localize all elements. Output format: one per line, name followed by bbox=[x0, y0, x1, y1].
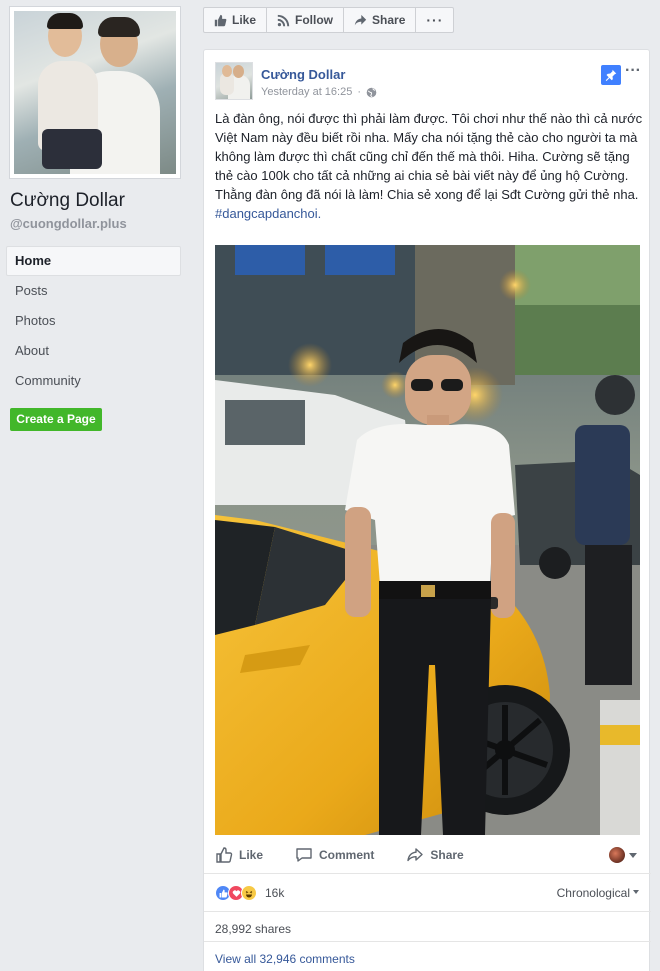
post-share-label: Share bbox=[430, 848, 464, 862]
rss-follow-icon bbox=[277, 14, 290, 26]
profile-picture[interactable] bbox=[9, 6, 181, 179]
post-actions: Like Comment Share bbox=[215, 842, 643, 868]
reaction-count[interactable]: 16k bbox=[265, 886, 284, 900]
viewer-avatar-selector[interactable] bbox=[609, 847, 637, 863]
page-share-label: Share bbox=[372, 13, 406, 27]
post-author-avatar[interactable] bbox=[215, 62, 253, 100]
page-share-button[interactable]: Share bbox=[344, 8, 417, 32]
create-page-button[interactable]: Create a Page bbox=[10, 408, 102, 431]
shares-row: 28,992 shares bbox=[204, 911, 651, 941]
reactions-row: 16k Chronological bbox=[204, 873, 651, 911]
sort-caret-icon bbox=[633, 890, 639, 894]
comment-bubble-icon bbox=[296, 848, 312, 862]
chevron-down-icon bbox=[629, 852, 637, 858]
page-follow-button[interactable]: Follow bbox=[267, 8, 345, 32]
post-hashtag[interactable]: #dangcapdanchoi. bbox=[215, 204, 643, 223]
comments-row: View all 32,946 comments bbox=[204, 941, 651, 971]
post-photo[interactable] bbox=[215, 245, 640, 835]
shares-count[interactable]: 28,992 shares bbox=[215, 922, 291, 936]
nav-item-home[interactable]: Home bbox=[6, 246, 181, 276]
post-body: Là đàn ông, nói được thì phải làm được. … bbox=[215, 111, 643, 202]
thumbs-up-icon bbox=[214, 14, 227, 26]
pin-icon bbox=[601, 65, 621, 85]
view-all-comments-link[interactable]: View all 32,946 comments bbox=[215, 952, 355, 966]
page-more-button[interactable]: ··· bbox=[416, 8, 453, 32]
globe-icon[interactable] bbox=[366, 87, 377, 98]
profile-photo-image bbox=[14, 11, 176, 174]
page-name[interactable]: Cường Dollar bbox=[10, 190, 125, 212]
post-author-name[interactable]: Cường Dollar bbox=[261, 67, 345, 82]
left-column: Cường Dollar @cuongdollar.plus Home Post… bbox=[0, 0, 192, 971]
meta-separator: · bbox=[357, 86, 362, 98]
page-handle[interactable]: @cuongdollar.plus bbox=[10, 216, 127, 231]
post-timestamp[interactable]: Yesterday at 16:25 bbox=[261, 86, 352, 98]
post-comment-button[interactable]: Comment bbox=[295, 846, 374, 864]
nav-item-about[interactable]: About bbox=[6, 336, 181, 366]
nav-item-community[interactable]: Community bbox=[6, 366, 181, 396]
post-photo-illustration bbox=[215, 245, 640, 835]
page-follow-label: Follow bbox=[295, 13, 334, 27]
nav-item-posts[interactable]: Posts bbox=[6, 276, 181, 306]
reaction-icons[interactable] bbox=[215, 885, 257, 901]
post-text: Là đàn ông, nói được thì phải làm được. … bbox=[215, 109, 643, 223]
post-meta: Yesterday at 16:25 · bbox=[261, 86, 377, 98]
comment-sort-label: Chronological bbox=[556, 886, 630, 900]
pinned-post: Cường Dollar Yesterday at 16:25 · ··· Là… bbox=[203, 49, 651, 971]
post-options-button[interactable]: ··· bbox=[625, 62, 643, 80]
page-action-bar: Like Follow Share ··· bbox=[203, 7, 455, 33]
viewer-avatar bbox=[609, 847, 625, 863]
page-nav: Home Posts Photos About Community bbox=[6, 246, 181, 396]
post-like-label: Like bbox=[239, 848, 264, 862]
post-comment-label: Comment bbox=[319, 848, 375, 862]
page-like-button[interactable]: Like bbox=[204, 8, 268, 32]
comment-sort-dropdown[interactable]: Chronological bbox=[557, 886, 639, 900]
thumbs-up-outline-icon bbox=[216, 847, 233, 863]
nav-item-photos[interactable]: Photos bbox=[6, 306, 181, 336]
share-arrow-icon bbox=[354, 14, 367, 25]
share-outline-icon bbox=[407, 848, 424, 862]
post-share-button[interactable]: Share bbox=[406, 846, 464, 864]
page-like-label: Like bbox=[232, 13, 257, 27]
post-like-button[interactable]: Like bbox=[215, 846, 263, 864]
haha-icon bbox=[241, 885, 257, 901]
